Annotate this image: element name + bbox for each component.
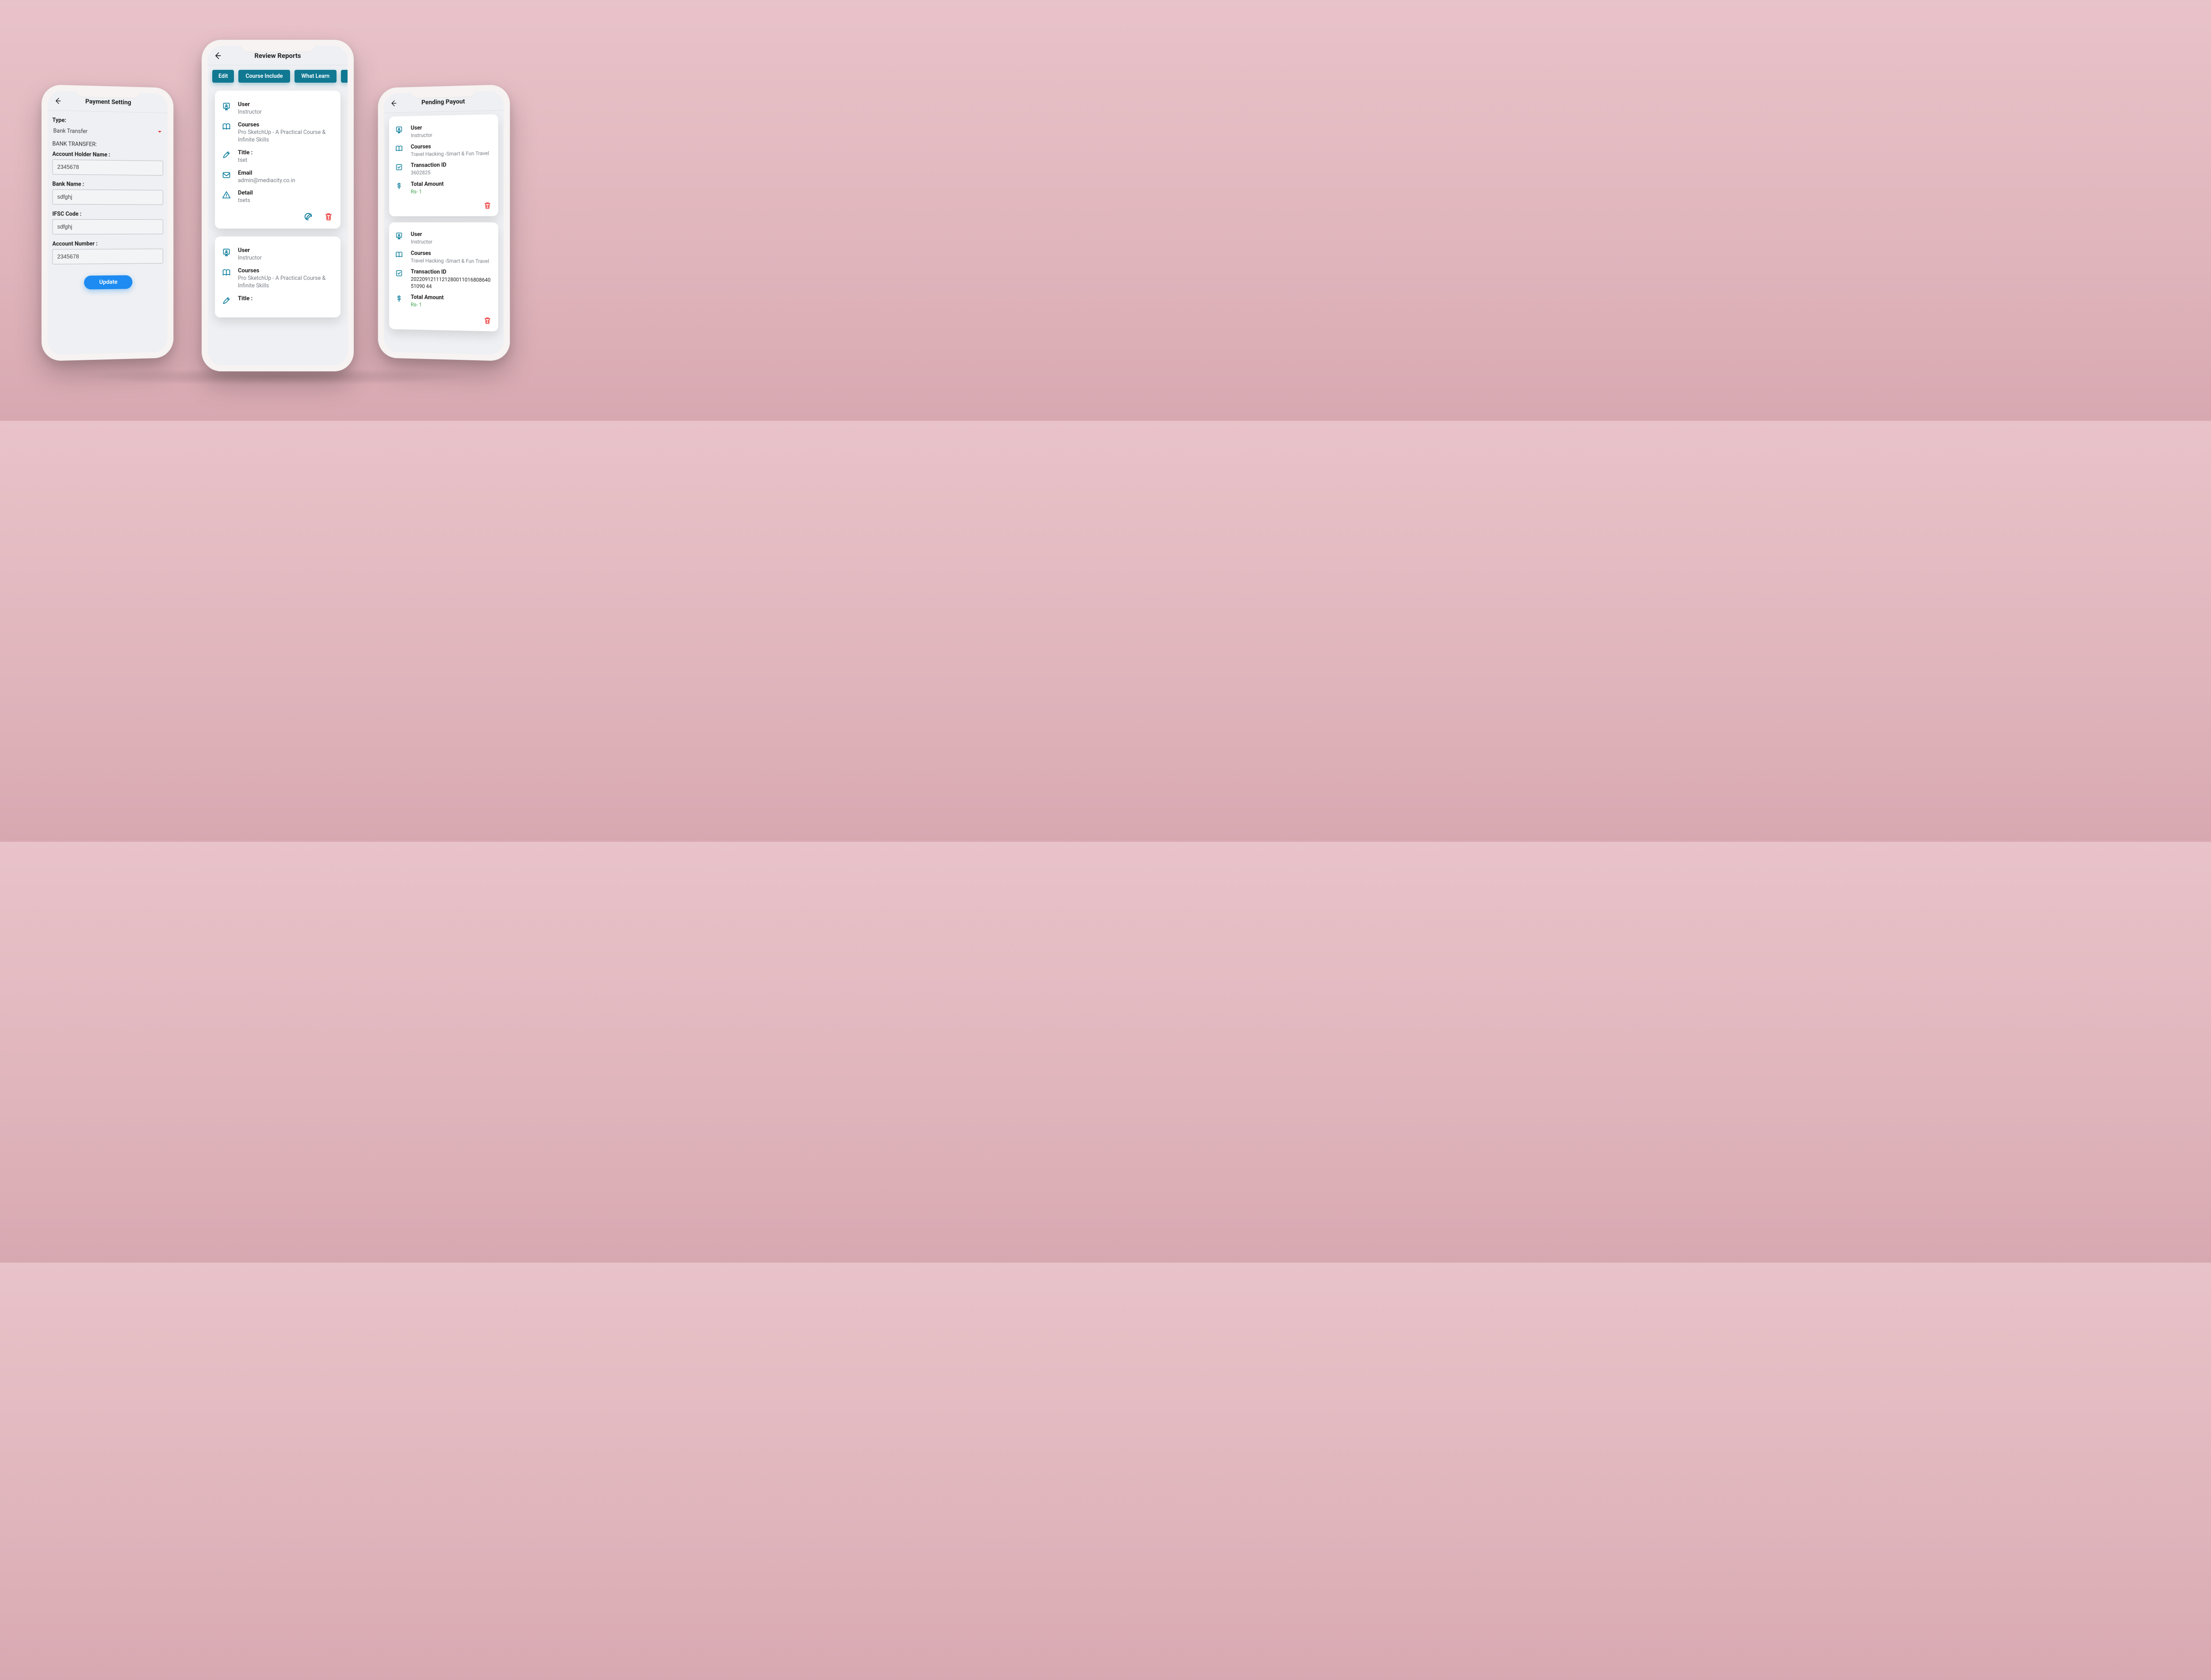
trash-icon[interactable] xyxy=(324,212,333,223)
screen: Review Reports Edit Course Include What … xyxy=(208,46,348,365)
page-title: Review Reports xyxy=(223,52,333,60)
txn-value: 202209121112128001101680864051090 44 xyxy=(411,276,492,290)
amt-label: Total Amount xyxy=(411,181,444,188)
courses-label: Courses xyxy=(411,142,489,150)
tab-more[interactable] xyxy=(341,70,348,83)
screen: Pending Payout User Instructor Courses T… xyxy=(384,91,504,355)
type-value: Bank Transfer xyxy=(53,127,88,135)
holder-input[interactable] xyxy=(52,159,163,176)
notch xyxy=(240,40,315,52)
tab-edit[interactable]: Edit xyxy=(212,70,234,83)
user-icon xyxy=(395,232,405,242)
title-label: Title : xyxy=(238,149,252,156)
amt-value: Rs- 1 xyxy=(411,188,444,195)
type-dropdown[interactable]: Bank Transfer xyxy=(52,126,163,138)
notch xyxy=(410,85,476,99)
user-icon xyxy=(222,248,232,259)
detail-label: Detail xyxy=(238,190,253,196)
book-icon xyxy=(395,251,405,260)
acct-input[interactable] xyxy=(52,248,163,264)
tab-course-include[interactable]: Course Include xyxy=(238,70,290,83)
courses-value: Travel Hacking -Smart & Fun Travel xyxy=(411,257,489,265)
user-label: User xyxy=(411,124,432,131)
user-label: User xyxy=(411,231,432,238)
section-title: BANK TRANSFER: xyxy=(52,141,163,149)
screen: Payment Setting Type: Bank Transfer BANK… xyxy=(48,91,168,355)
txn-label: Transaction ID xyxy=(411,162,447,169)
pencil-icon xyxy=(222,296,232,307)
user-value: Instructor xyxy=(238,255,262,262)
book-icon xyxy=(222,268,232,279)
tabs: Edit Course Include What Learn xyxy=(208,65,348,88)
user-value: Instructor xyxy=(411,132,432,139)
courses-label: Courses xyxy=(411,250,489,257)
report-card: User Instructor Courses Pro SketchUp - A… xyxy=(215,237,340,317)
trash-icon[interactable] xyxy=(483,201,492,212)
mail-icon xyxy=(222,171,232,181)
acct-label: Account Number : xyxy=(52,241,163,248)
title-label: Title : xyxy=(238,295,252,302)
courses-value: Travel Hacking -Smart & Fun Travel xyxy=(411,150,489,158)
courses-value: Pro SketchUp - A Practical Course & Infi… xyxy=(238,275,333,290)
ifsc-input[interactable] xyxy=(52,219,163,234)
notch xyxy=(75,85,141,99)
bank-input[interactable] xyxy=(52,189,163,205)
payout-card: User Instructor Courses Travel Hacking -… xyxy=(389,222,498,331)
page-title: Payment Setting xyxy=(63,97,153,107)
edit-action-icon[interactable] xyxy=(303,212,313,223)
caret-down-icon xyxy=(157,129,162,136)
checkbox-icon xyxy=(395,163,405,173)
user-label: User xyxy=(238,101,262,108)
amt-value: Rs- 1 xyxy=(411,302,444,309)
user-label: User xyxy=(238,247,262,254)
phone-review-reports: Review Reports Edit Course Include What … xyxy=(202,40,354,371)
holder-label: Account Holder Name : xyxy=(52,151,163,159)
back-button[interactable] xyxy=(388,98,398,108)
type-label: Type: xyxy=(52,117,163,126)
form: Type: Bank Transfer BANK TRANSFER: Accou… xyxy=(48,111,168,297)
courses-label: Courses xyxy=(238,267,333,274)
amt-label: Total Amount xyxy=(411,294,444,301)
report-card: User Instructor Courses Pro SketchUp - A… xyxy=(215,91,340,229)
phone-pending-payout: Pending Payout User Instructor Courses T… xyxy=(378,84,510,361)
bank-label: Bank Name : xyxy=(52,181,163,188)
title-value: tset xyxy=(238,157,252,164)
user-icon xyxy=(222,102,232,113)
book-icon xyxy=(395,145,405,154)
pencil-icon xyxy=(222,150,232,161)
checkbox-icon xyxy=(395,269,405,279)
update-button[interactable]: Update xyxy=(84,275,132,289)
dollar-icon xyxy=(395,295,405,305)
detail-value: tsets xyxy=(238,197,253,205)
alert-icon xyxy=(222,191,232,201)
user-value: Instructor xyxy=(238,109,262,116)
back-button[interactable] xyxy=(212,50,223,61)
user-icon xyxy=(395,126,405,136)
courses-label: Courses xyxy=(238,122,333,128)
email-value: admin@mediacity.co.in xyxy=(238,177,295,185)
dollar-icon xyxy=(395,182,405,191)
courses-value: Pro SketchUp - A Practical Course & Infi… xyxy=(238,129,333,144)
user-value: Instructor xyxy=(411,239,432,246)
ifsc-label: IFSC Code : xyxy=(52,211,163,218)
back-button[interactable] xyxy=(52,95,63,106)
trash-icon[interactable] xyxy=(483,316,492,327)
book-icon xyxy=(222,122,232,133)
page-title: Pending Payout xyxy=(398,97,488,107)
tab-what-learn[interactable]: What Learn xyxy=(295,70,337,83)
email-label: Email xyxy=(238,170,295,176)
txn-value: 3602825 xyxy=(411,169,447,176)
payout-card: User Instructor Courses Travel Hacking -… xyxy=(389,114,498,216)
phone-payment-setting: Payment Setting Type: Bank Transfer BANK… xyxy=(42,84,173,361)
txn-label: Transaction ID xyxy=(411,268,492,276)
